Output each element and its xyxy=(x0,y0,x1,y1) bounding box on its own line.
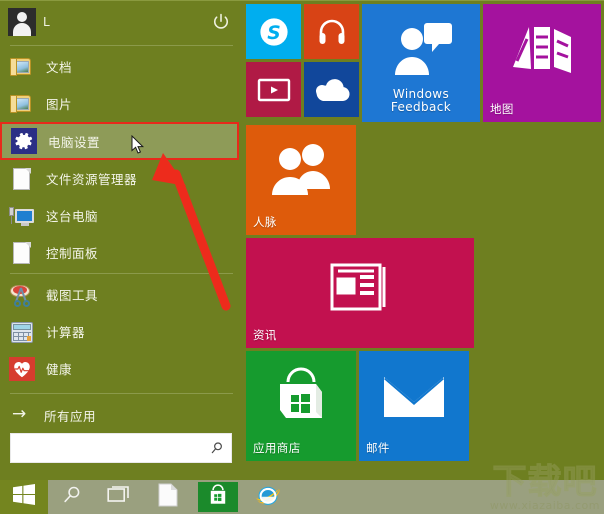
sidebar-item-pictures[interactable]: 图片 xyxy=(0,85,243,122)
tile-maps[interactable]: 地图 xyxy=(483,4,601,122)
sidebar-item-this-pc[interactable]: 这台电脑 xyxy=(0,197,243,234)
divider-top xyxy=(10,45,233,46)
sidebar-item-label: 计算器 xyxy=(46,325,86,340)
tile-label: 地图 xyxy=(490,102,514,116)
taskbar-ie[interactable] xyxy=(244,480,292,514)
search-area xyxy=(10,433,232,463)
control-panel-icon xyxy=(8,239,36,267)
sidebar-item-label: 图片 xyxy=(46,97,73,112)
sidebar-item-label: 文件资源管理器 xyxy=(46,172,138,187)
tile-label: 应用商店 xyxy=(253,441,301,455)
cloud-icon xyxy=(304,62,359,117)
power-icon[interactable] xyxy=(211,12,231,32)
tile-news[interactable]: 资讯 xyxy=(246,238,474,348)
tiles-panel: S Windows Feedback 地图 人脉 资讯 应用商店 邮件 xyxy=(243,1,604,481)
sidebar-item-label: 文档 xyxy=(46,60,73,75)
video-play-icon xyxy=(246,62,301,117)
file-explorer-icon xyxy=(8,165,36,193)
all-apps-button[interactable]: → 所有应用 xyxy=(0,396,243,434)
folder-pictures-icon xyxy=(8,90,36,118)
taskbar-file-explorer[interactable] xyxy=(144,480,192,514)
sidebar-item-documents[interactable]: 文档 xyxy=(0,48,243,85)
search-icon xyxy=(61,484,83,510)
headphones-icon xyxy=(304,4,359,59)
tile-mail[interactable]: 邮件 xyxy=(359,351,469,461)
sidebar-item-control-panel[interactable]: 控制面板 xyxy=(0,234,243,271)
tile-onedrive[interactable] xyxy=(304,62,359,117)
sidebar-item-pc-settings[interactable]: 电脑设置 xyxy=(0,122,239,160)
store-bag-icon xyxy=(246,365,356,425)
calculator-icon xyxy=(8,318,36,346)
sidebar-item-snipping-tool[interactable]: 截图工具 xyxy=(0,276,243,313)
divider-bottom xyxy=(10,393,233,394)
skype-icon: S xyxy=(246,4,301,59)
sidebar-item-label: 这台电脑 xyxy=(46,209,99,224)
svg-text:S: S xyxy=(267,22,280,43)
sidebar-group-places: 文档 图片 xyxy=(0,48,243,122)
snipping-tool-icon xyxy=(8,281,36,309)
user-name: L xyxy=(43,15,50,29)
taskbar xyxy=(0,480,604,514)
store-bag-icon xyxy=(207,484,229,510)
gear-icon xyxy=(10,127,38,155)
start-menu-left-column: L 文档 图片 电脑设置 文件资源管理器 这台电脑 控制面板 截图工具 计算器 … xyxy=(0,1,243,481)
folder-documents-icon xyxy=(8,53,36,81)
sidebar-item-label: 控制面板 xyxy=(46,246,99,261)
task-view-icon xyxy=(107,484,133,510)
search-input[interactable] xyxy=(17,441,209,455)
sidebar-item-health[interactable]: 健康 xyxy=(0,350,243,387)
all-apps-label: 所有应用 xyxy=(44,408,97,424)
user-avatar-icon[interactable] xyxy=(8,8,36,36)
screen: L 文档 图片 电脑设置 文件资源管理器 这台电脑 控制面板 截图工具 计算器 … xyxy=(0,0,604,514)
taskbar-task-view[interactable] xyxy=(96,480,144,514)
taskbar-store[interactable] xyxy=(198,482,238,512)
tile-label: 人脉 xyxy=(253,215,277,229)
tile-label: 资讯 xyxy=(253,328,277,342)
tile-label: Windows Feedback xyxy=(390,87,452,114)
envelope-icon xyxy=(359,373,469,421)
people-icon xyxy=(246,141,356,199)
news-layout-icon xyxy=(246,262,474,312)
start-menu: L 文档 图片 电脑设置 文件资源管理器 这台电脑 控制面板 截图工具 计算器 … xyxy=(0,0,604,481)
tile-store[interactable]: 应用商店 xyxy=(246,351,356,461)
user-account-row[interactable]: L xyxy=(0,1,243,43)
sidebar-item-file-explorer[interactable]: 文件资源管理器 xyxy=(0,160,243,197)
search-box[interactable] xyxy=(10,433,232,463)
folded-map-icon xyxy=(483,20,601,82)
sidebar-item-label: 截图工具 xyxy=(46,288,99,303)
start-button[interactable] xyxy=(0,480,48,514)
sidebar-item-label: 电脑设置 xyxy=(48,134,101,150)
windows-logo-icon xyxy=(13,484,35,510)
sidebar-group-tools: 截图工具 计算器 健康 xyxy=(0,276,243,387)
sidebar-item-label: 健康 xyxy=(46,362,73,377)
arrow-right-icon: → xyxy=(12,404,27,424)
feedback-person-icon xyxy=(362,18,480,80)
health-heart-icon xyxy=(8,355,36,383)
internet-explorer-icon xyxy=(254,482,282,512)
this-pc-icon xyxy=(8,202,36,230)
tile-windows-feedback[interactable]: Windows Feedback xyxy=(362,4,480,122)
tile-label: 邮件 xyxy=(366,441,390,455)
tile-music[interactable] xyxy=(304,4,359,59)
sidebar-group-system: 电脑设置 文件资源管理器 这台电脑 控制面板 xyxy=(0,122,243,271)
divider-middle xyxy=(10,273,233,274)
tile-skype[interactable]: S xyxy=(246,4,301,59)
tile-video[interactable] xyxy=(246,62,301,117)
sidebar-item-calculator[interactable]: 计算器 xyxy=(0,313,243,350)
file-explorer-icon xyxy=(158,483,178,511)
tile-people[interactable]: 人脉 xyxy=(246,125,356,235)
taskbar-search[interactable] xyxy=(48,480,96,514)
search-icon[interactable] xyxy=(209,440,225,456)
